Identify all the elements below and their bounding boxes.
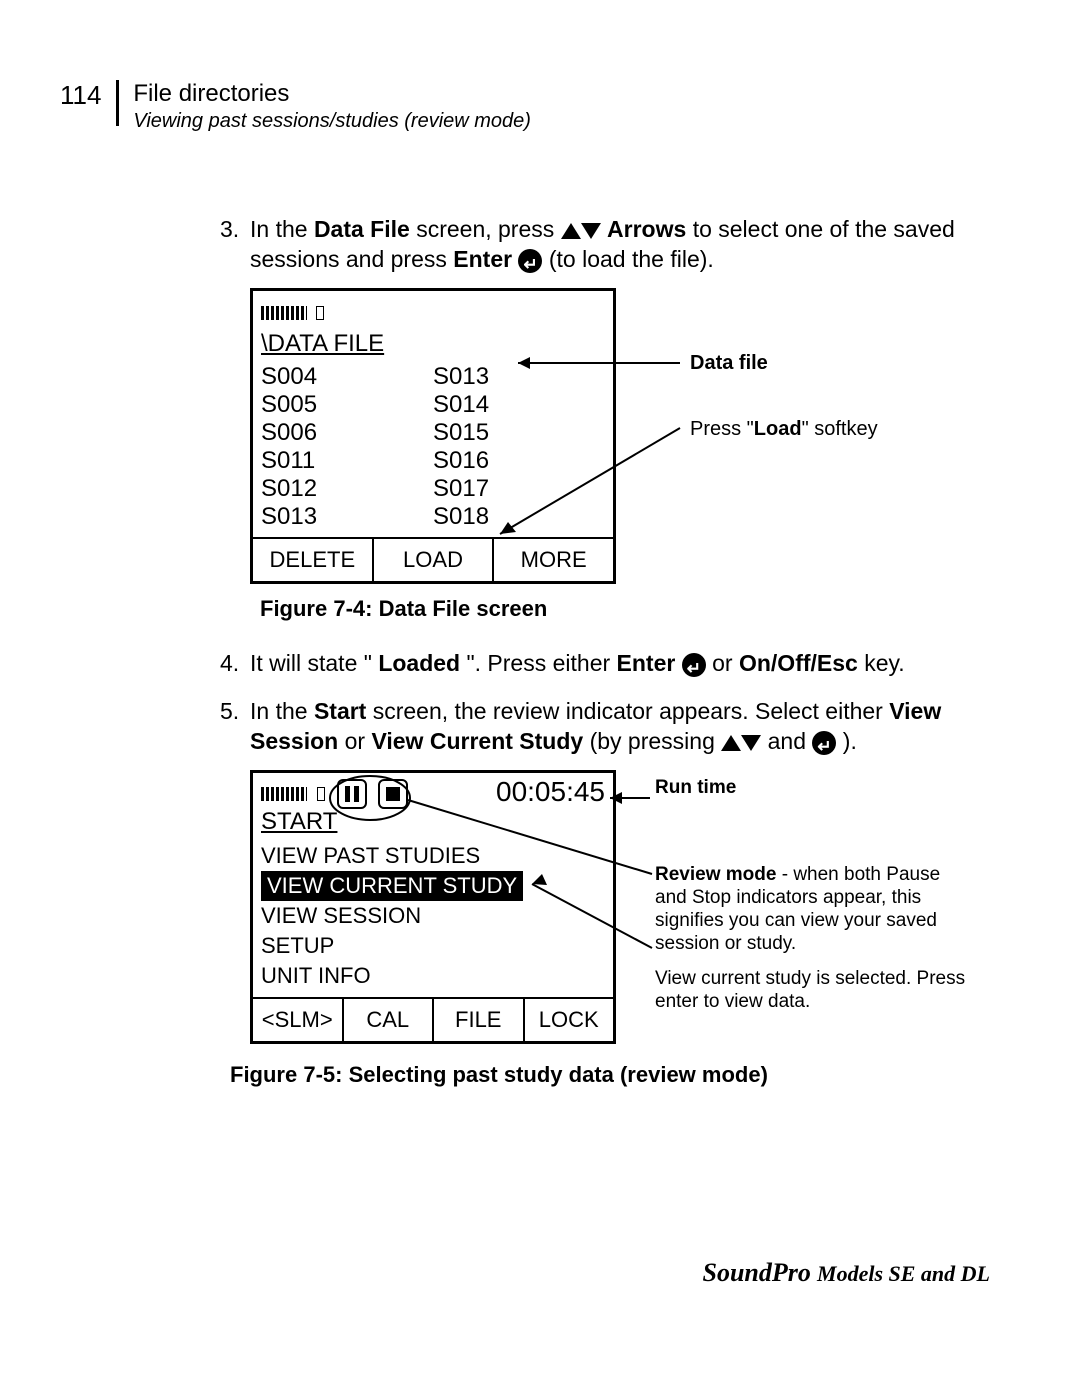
step4-pre: It will state ": [250, 650, 372, 676]
status-icons: [261, 777, 408, 809]
load-softkey[interactable]: LOAD: [374, 539, 495, 581]
cal-softkey[interactable]: CAL: [344, 999, 435, 1041]
figure-7-4-caption: Figure 7-4: Data File screen: [260, 594, 990, 624]
step4-or: or: [712, 650, 739, 676]
screen-title: \DATA FILE: [253, 329, 613, 361]
file-item[interactable]: S011: [261, 447, 433, 475]
step5-bypress: (by pressing: [590, 728, 722, 754]
file-item[interactable]: S018: [433, 503, 605, 531]
slm-softkey[interactable]: <SLM>: [253, 999, 344, 1041]
step3-enter: Enter: [453, 246, 512, 272]
figure-7-5-caption: Figure 7-5: Selecting past study data (r…: [230, 1060, 990, 1090]
step4-loaded: Loaded: [378, 650, 460, 676]
step-3: 3. In the Data File screen, press Arrows…: [220, 214, 990, 274]
step3-end: (to load the file).: [549, 246, 714, 272]
step-number: 3.: [220, 214, 250, 244]
run-time: 00:05:45: [496, 777, 605, 807]
step5-end: ).: [843, 728, 857, 754]
brand-logo: SoundPro: [703, 1258, 811, 1287]
step3-mid: screen, press: [416, 216, 560, 242]
step5-and: and: [768, 728, 813, 754]
file-col-2: S013 S014 S015 S016 S017 S018: [433, 363, 605, 531]
menu-setup[interactable]: SETUP: [261, 931, 605, 961]
step4-onoff: On/Off/Esc: [739, 650, 858, 676]
battery-icon: [316, 306, 324, 320]
file-item[interactable]: S015: [433, 419, 605, 447]
step3-arrows: Arrows: [607, 216, 686, 242]
callout-review-mode: Review mode - when both Pause and Stop i…: [655, 863, 975, 955]
file-item[interactable]: S017: [433, 475, 605, 503]
menu-view-session[interactable]: VIEW SESSION: [261, 901, 605, 931]
file-item[interactable]: S006: [261, 419, 433, 447]
start-screen: 00:05:45 START VIEW PAST STUDIES VIEW CU…: [250, 770, 616, 1044]
step-5: 5. In the Start screen, the review indic…: [220, 696, 990, 756]
barcode-icon: [261, 306, 307, 320]
step4-enter: Enter: [617, 650, 676, 676]
step-4: 4. It will state " Loaded ". Press eithe…: [220, 648, 990, 678]
figure-7-5-block: 00:05:45 START VIEW PAST STUDIES VIEW CU…: [220, 770, 990, 1044]
delete-softkey[interactable]: DELETE: [253, 539, 374, 581]
page-header: 114 File directories Viewing past sessio…: [60, 80, 531, 133]
page-number: 114: [60, 80, 101, 111]
battery-icon: [317, 787, 325, 801]
data-file-screen: \DATA FILE S004 S005 S006 S011 S012 S013…: [250, 288, 616, 584]
enter-icon: [518, 249, 542, 273]
up-down-arrow-icon: [721, 734, 761, 752]
up-down-arrow-icon: [561, 222, 601, 240]
page-footer: SoundPro Models SE and DL: [703, 1258, 991, 1288]
file-item[interactable]: S004: [261, 363, 433, 391]
pause-icon: [337, 779, 367, 809]
enter-icon: [812, 731, 836, 755]
step5-start: Start: [314, 698, 366, 724]
enter-icon: [682, 653, 706, 677]
start-title: START: [253, 807, 613, 839]
footer-models: Models SE and DL: [817, 1261, 990, 1286]
more-softkey[interactable]: MORE: [494, 539, 613, 581]
step5-mid: screen, the review indicator appears. Se…: [373, 698, 890, 724]
step4-mid: ". Press either: [466, 650, 616, 676]
file-item[interactable]: S013: [261, 503, 433, 531]
step3-pre: In the: [250, 216, 314, 242]
file-softkey[interactable]: FILE: [434, 999, 525, 1041]
step5-pre: In the: [250, 698, 314, 724]
step-number: 4.: [220, 648, 250, 678]
callout-data-file: Data file: [690, 348, 768, 378]
step3-datafile: Data File: [314, 216, 410, 242]
header-subtitle: Viewing past sessions/studies (review mo…: [133, 110, 531, 133]
file-col-1: S004 S005 S006 S011 S012 S013: [261, 363, 433, 531]
header-title: File directories: [133, 80, 531, 108]
step4-end: key.: [864, 650, 904, 676]
file-item[interactable]: S016: [433, 447, 605, 475]
header-divider: [116, 80, 119, 126]
figure-7-5-callouts: Run time Review mode - when both Pause a…: [655, 770, 975, 1013]
step5-or: or: [345, 728, 372, 754]
callout-runtime: Run time: [655, 776, 975, 799]
figure-7-4-block: \DATA FILE S004 S005 S006 S011 S012 S013…: [220, 288, 990, 584]
file-item[interactable]: S012: [261, 475, 433, 503]
file-item[interactable]: S005: [261, 391, 433, 419]
step-number: 5.: [220, 696, 250, 726]
menu-unit-info[interactable]: UNIT INFO: [261, 961, 605, 991]
menu-view-current-study[interactable]: VIEW CURRENT STUDY: [261, 871, 523, 901]
file-item[interactable]: S014: [433, 391, 605, 419]
callout-load: Press "Load" softkey: [690, 414, 878, 444]
barcode-icon: [261, 787, 307, 801]
step5-viewcur: View Current Study: [371, 728, 583, 754]
menu-view-past-studies[interactable]: VIEW PAST STUDIES: [261, 841, 605, 871]
callout-view-current: View current study is selected. Press en…: [655, 967, 975, 1013]
file-item[interactable]: S013: [433, 363, 605, 391]
lock-softkey[interactable]: LOCK: [525, 999, 614, 1041]
stop-icon: [378, 779, 408, 809]
